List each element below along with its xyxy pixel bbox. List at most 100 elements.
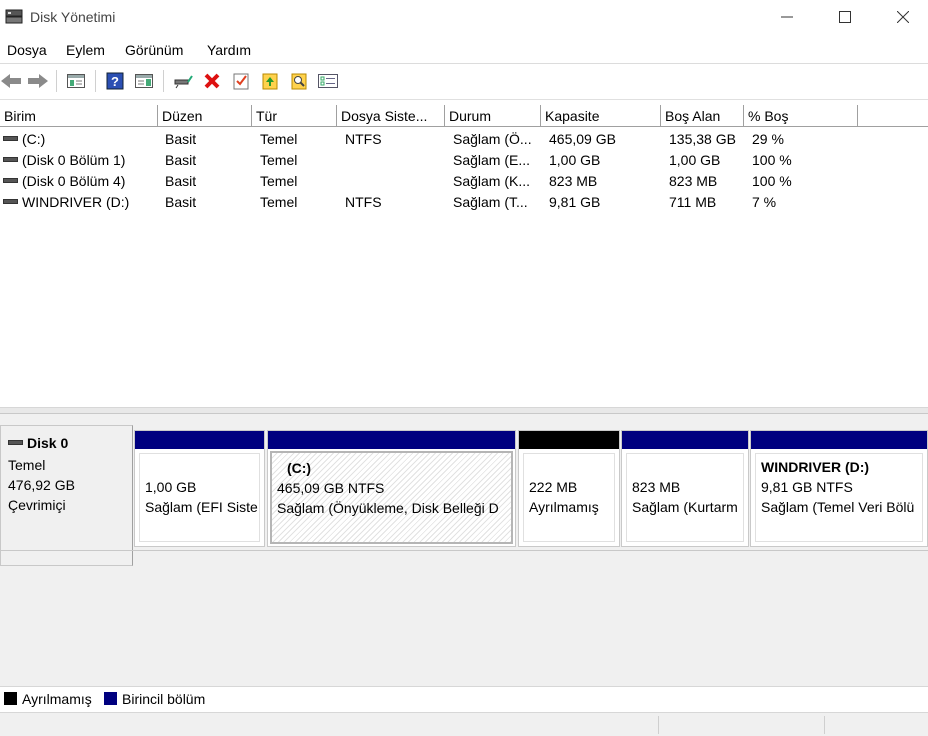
- volume-percent-free: 100 %: [752, 152, 792, 168]
- partition-status: Ayrılmamış: [529, 499, 599, 515]
- checklist-button[interactable]: [230, 70, 252, 92]
- console-tree-button[interactable]: [65, 70, 87, 92]
- volume-capacity: 465,09 GB: [549, 131, 616, 147]
- toolbar-separator: [163, 70, 164, 92]
- menu-view[interactable]: Görünüm: [125, 42, 183, 58]
- volume-type: Temel: [260, 173, 298, 189]
- volume-status: Sağlam (E...: [453, 152, 531, 168]
- volume-row[interactable]: (Disk 0 Bölüm 4) Basit Temel Sağlam (K..…: [0, 171, 928, 192]
- folder-up-icon: [262, 73, 278, 90]
- close-icon: [897, 11, 909, 23]
- volume-list-header: Birim Düzen Tür Dosya Siste... Durum Kap…: [0, 105, 928, 127]
- title-bar: Disk Yönetimi: [0, 0, 928, 34]
- volume-type: Temel: [260, 131, 298, 147]
- properties-button[interactable]: [317, 70, 339, 92]
- connect-drive-button[interactable]: [172, 70, 194, 92]
- column-header-filesystem[interactable]: Dosya Siste...: [337, 105, 445, 127]
- volume-name: (Disk 0 Bölüm 1): [22, 152, 126, 168]
- drive-icon: [3, 135, 18, 141]
- delete-button[interactable]: [201, 70, 223, 92]
- partition-type-bar: [268, 431, 515, 449]
- disk-graphical-view: Disk 0 Temel 476,92 GB Çevrimiçi 1,00 GB…: [0, 414, 928, 686]
- volume-layout: Basit: [165, 152, 197, 168]
- volume-capacity: 823 MB: [549, 173, 598, 189]
- disk-management-app-icon: [5, 9, 23, 24]
- disk-state: Çevrimiçi: [8, 497, 66, 513]
- folder-up-button[interactable]: [259, 70, 281, 92]
- column-header-volume[interactable]: Birim: [0, 105, 158, 127]
- partition-status: Sağlam (Kurtarm: [632, 499, 738, 515]
- volume-capacity: 1,00 GB: [549, 152, 601, 168]
- menu-help[interactable]: Yardım: [207, 42, 251, 58]
- svg-text:?: ?: [111, 74, 119, 89]
- volume-filesystem: NTFS: [345, 194, 382, 210]
- back-button[interactable]: [0, 70, 22, 92]
- menu-bar: Dosya Eylem Görünüm Yardım: [0, 34, 928, 64]
- menu-action[interactable]: Eylem: [66, 42, 105, 58]
- help-button[interactable]: ?: [104, 70, 126, 92]
- minimize-button[interactable]: [758, 0, 816, 34]
- drive-icon: [3, 177, 18, 183]
- partition-recovery[interactable]: 823 MB Sağlam (Kurtarm: [621, 430, 749, 547]
- volume-status: Sağlam (K...: [453, 173, 531, 189]
- back-icon: [1, 74, 21, 88]
- disk-name: Disk 0: [27, 435, 69, 451]
- volume-status: Sağlam (Ö...: [453, 131, 532, 147]
- volume-percent-free: 7 %: [752, 194, 777, 210]
- action-pane-icon: [135, 74, 153, 88]
- partition-size: 465,09 GB NTFS: [277, 480, 385, 496]
- partition-status: Sağlam (EFI Siste: [145, 499, 258, 515]
- partition-windriver[interactable]: WINDRIVER (D:) 9,81 GB NTFS Sağlam (Teme…: [750, 430, 928, 547]
- volume-name: (C:): [22, 131, 46, 147]
- help-icon: ?: [106, 72, 124, 90]
- disk-info-panel[interactable]: Disk 0 Temel 476,92 GB Çevrimiçi: [0, 425, 133, 566]
- volume-type: Temel: [260, 194, 298, 210]
- disk-row-divider: [0, 550, 928, 551]
- partition-size: 823 MB: [632, 479, 681, 495]
- partition-body: 823 MB Sağlam (Kurtarm: [626, 453, 744, 542]
- drive-icon: [3, 156, 18, 162]
- status-bar: [0, 712, 928, 736]
- partition-type-bar: [135, 431, 264, 449]
- partition-title: WINDRIVER (D:): [761, 459, 870, 475]
- legend-swatch-unallocated: [4, 692, 17, 705]
- volume-name: WINDRIVER (D:): [22, 194, 130, 210]
- maximize-icon: [839, 11, 851, 23]
- partition-size: 222 MB: [529, 479, 578, 495]
- disk-size: 476,92 GB: [8, 477, 75, 493]
- column-header-free-space[interactable]: Boş Alan: [661, 105, 744, 127]
- volume-list: Birim Düzen Tür Dosya Siste... Durum Kap…: [0, 100, 928, 408]
- toolbar-separator: [95, 70, 96, 92]
- column-header-percent-free[interactable]: % Boş: [744, 105, 858, 127]
- partition-type-bar: [519, 431, 619, 449]
- volume-layout: Basit: [165, 131, 197, 147]
- minimize-icon: [781, 16, 793, 18]
- partition-unallocated[interactable]: 222 MB Ayrılmamış: [518, 430, 620, 547]
- legend-swatch-primary: [104, 692, 117, 705]
- volume-free-space: 135,38 GB: [669, 131, 736, 147]
- search-folder-button[interactable]: [288, 70, 310, 92]
- volume-free-space: 823 MB: [669, 173, 718, 189]
- close-button[interactable]: [874, 0, 928, 34]
- menu-file[interactable]: Dosya: [7, 42, 47, 58]
- volume-row[interactable]: (Disk 0 Bölüm 1) Basit Temel Sağlam (E..…: [0, 150, 928, 171]
- column-header-capacity[interactable]: Kapasite: [541, 105, 661, 127]
- action-pane-button[interactable]: [133, 70, 155, 92]
- partition-c[interactable]: (C:) 465,09 GB NTFS Sağlam (Önyükleme, D…: [267, 430, 516, 547]
- checklist-icon: [233, 73, 249, 90]
- volume-row[interactable]: WINDRIVER (D:) Basit Temel NTFS Sağlam (…: [0, 192, 928, 213]
- maximize-button[interactable]: [816, 0, 874, 34]
- column-header-layout[interactable]: Düzen: [158, 105, 252, 127]
- status-bar-separator: [824, 716, 825, 734]
- column-header-status[interactable]: Durum: [445, 105, 541, 127]
- status-bar-separator: [658, 716, 659, 734]
- partition-status: Sağlam (Temel Veri Bölü: [761, 499, 915, 515]
- volume-filesystem: NTFS: [345, 131, 382, 147]
- volume-status: Sağlam (T...: [453, 194, 528, 210]
- partition-efi[interactable]: 1,00 GB Sağlam (EFI Siste: [134, 430, 265, 547]
- legend: Ayrılmamış Birincil bölüm: [0, 686, 928, 712]
- volume-row[interactable]: (C:) Basit Temel NTFS Sağlam (Ö... 465,0…: [0, 129, 928, 150]
- column-header-type[interactable]: Tür: [252, 105, 337, 127]
- forward-button[interactable]: [27, 70, 49, 92]
- toolbar-separator: [56, 70, 57, 92]
